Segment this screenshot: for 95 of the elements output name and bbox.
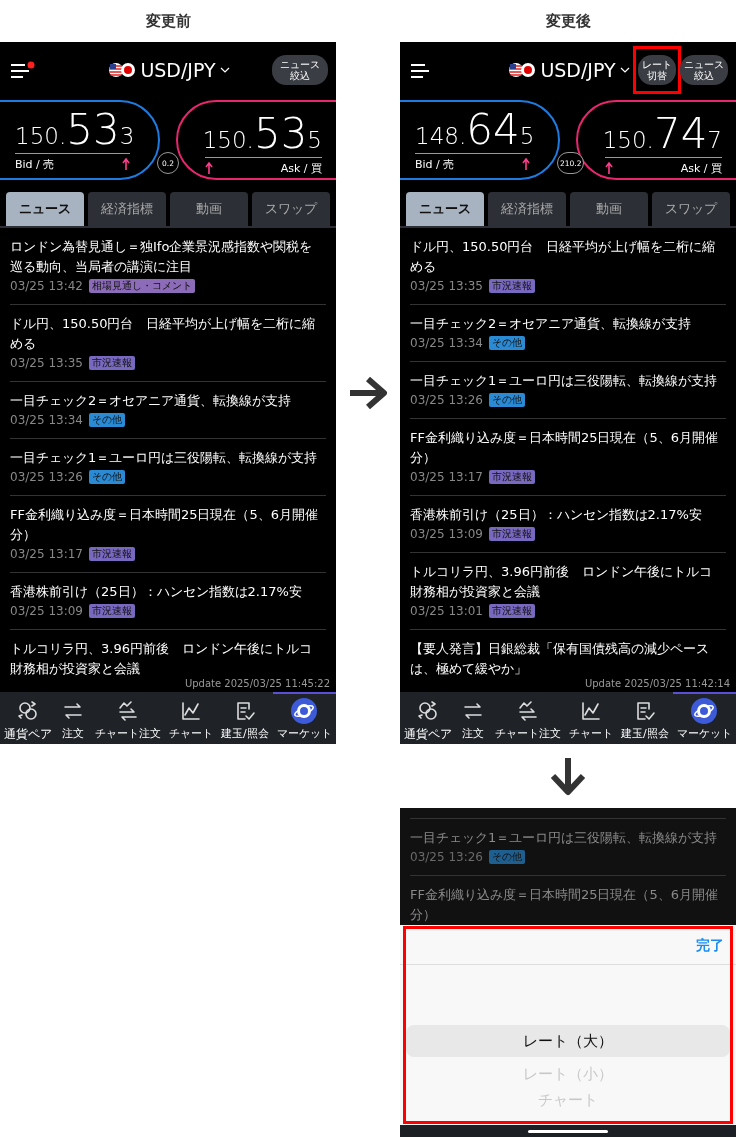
news-headline[interactable]: ドル円、150.50円台 日経平均が上げ幅を二桁に縮める: [10, 314, 326, 354]
tab[interactable]: ニュース: [406, 192, 484, 226]
news-time: 03/25 13:09: [410, 527, 483, 541]
news-headline[interactable]: 一目チェック1＝ユーロ円は三役陽転、転換線が支持: [410, 828, 726, 848]
news-time: 03/25 13:34: [410, 336, 483, 350]
news-headline[interactable]: トルコリラ円、3.96円前後 ロンドン午後にトルコ財務相が投資家と会議: [10, 639, 326, 676]
picker-option[interactable]: レート（大）: [406, 1025, 730, 1057]
nav-item[interactable]: 建玉/照会: [216, 692, 273, 744]
rate-label: Bid / 売: [15, 156, 55, 172]
rate-label: Bid / 売: [415, 156, 455, 172]
news-headline[interactable]: 【要人発言】日銀総裁「保有国債残高の減少ペースは、極めて緩やか」: [410, 639, 726, 676]
news-headline[interactable]: FF金利織り込み度＝日本時間25日現在（5、6月開催分）: [10, 505, 326, 545]
category-tag: その他: [489, 850, 525, 864]
category-tag: 相場見通し・コメント: [89, 279, 195, 293]
news-headline[interactable]: 一目チェック2＝オセアニア通貨、転換線が支持: [10, 391, 326, 411]
tab[interactable]: ニュース: [6, 192, 84, 226]
rate-value: 148.64 5: [415, 108, 535, 151]
news-headline[interactable]: 一目チェック2＝オセアニア通貨、転換線が支持: [410, 314, 726, 334]
category-tag: 市況速報: [489, 527, 535, 541]
news-headline[interactable]: ロンドン為替見通し＝独Ifo企業景況感指数や関税を巡る動向、当局者の講演に注目: [10, 237, 326, 277]
caret-icon: [219, 67, 230, 73]
tab[interactable]: スワップ: [252, 192, 330, 226]
ask-rate-panel[interactable]: 150.53 5 Ask / 買: [176, 100, 336, 180]
down-arrow-icon: [548, 756, 588, 796]
flags-icon: [508, 62, 537, 78]
line-chart-icon: [579, 699, 602, 722]
news-time: 03/25 13:26: [410, 393, 483, 407]
news-headline[interactable]: トルコリラ円、3.96円前後 ロンドン午後にトルコ財務相が投資家と会議: [410, 562, 726, 602]
rate-label: Ask / 買: [280, 160, 322, 176]
menu-icon[interactable]: [10, 61, 36, 79]
news-time: 03/25 13:17: [410, 470, 483, 484]
nav-item[interactable]: 通貨ペア: [0, 692, 57, 744]
chart-arrows-icon: [516, 699, 539, 722]
chart-arrows-icon: [116, 699, 139, 722]
news-headline[interactable]: FF金利織り込み度＝日本時間25日現在（5、6月開催分）: [410, 885, 726, 925]
tab[interactable]: 動画: [170, 192, 248, 226]
category-tag: その他: [489, 336, 525, 350]
news-headline[interactable]: 香港株前引け（25日）：ハンセン指数は2.17%安: [410, 505, 726, 525]
category-tag: その他: [89, 470, 125, 484]
tab[interactable]: 経済指標: [488, 192, 566, 226]
news-headline[interactable]: 一目チェック1＝ユーロ円は三役陽転、転換線が支持: [10, 448, 326, 468]
news-time: 03/25 13:09: [10, 604, 83, 618]
pairs-icon: [417, 699, 440, 722]
rate-label: Ask / 買: [680, 160, 722, 176]
news-time: 03/25 13:26: [410, 850, 483, 864]
tab[interactable]: スワップ: [652, 192, 730, 226]
news-time: 03/25 13:01: [410, 604, 483, 618]
header-button[interactable]: レート 切替: [638, 55, 676, 85]
nav-item[interactable]: 建玉/照会: [616, 692, 673, 744]
category-tag: 市況速報: [489, 279, 535, 293]
category-tag: 市況速報: [89, 356, 135, 370]
nav-item[interactable]: チャート注文: [490, 692, 565, 744]
nav-item[interactable]: チャート: [164, 692, 217, 744]
update-time: Update 2025/03/25 11:45:22: [184, 678, 330, 689]
nav-item[interactable]: 通貨ペア: [400, 692, 457, 744]
nav-item[interactable]: マーケット: [672, 692, 736, 744]
category-tag: 市況速報: [89, 547, 135, 561]
screen-caption: 変更後: [545, 11, 591, 31]
news-time: 03/25 13:26: [10, 470, 83, 484]
category-tag: その他: [489, 393, 525, 407]
nav-item[interactable]: チャート: [564, 692, 617, 744]
update-time: Update 2025/03/25 11:42:14: [584, 678, 730, 689]
header-button[interactable]: ニュース 絞込: [272, 55, 328, 85]
tab[interactable]: 動画: [570, 192, 648, 226]
rate-value: 150.53 3: [15, 108, 135, 151]
tab[interactable]: 経済指標: [88, 192, 166, 226]
news-headline[interactable]: 香港株前引け（25日）：ハンセン指数は2.17%安: [10, 582, 326, 602]
news-time: 03/25 13:35: [10, 356, 83, 370]
pairs-icon: [17, 699, 40, 722]
nav-item[interactable]: マーケット: [272, 692, 336, 744]
news-time: 03/25 13:17: [10, 547, 83, 561]
screen-caption: 変更前: [145, 11, 191, 31]
header-button[interactable]: ニュース 絞込: [680, 55, 728, 85]
bid-rate-panel[interactable]: 150.53 3 Bid / 売: [0, 100, 160, 180]
currency-pair-selector[interactable]: USD/JPY: [508, 59, 630, 81]
news-time: 03/25 13:34: [10, 413, 83, 427]
flags-icon: [108, 62, 137, 78]
bid-rate-panel[interactable]: 148.64 5 Bid / 売: [400, 100, 560, 180]
line-chart-icon: [179, 699, 202, 722]
category-tag: 市況速報: [489, 604, 535, 618]
news-headline[interactable]: 一目チェック1＝ユーロ円は三役陽転、転換線が支持: [410, 371, 726, 391]
category-tag: 市況速報: [489, 470, 535, 484]
nav-item[interactable]: 注文: [456, 692, 491, 744]
rate-value: 150.74 7: [602, 112, 722, 155]
category-tag: その他: [89, 413, 125, 427]
rate-value: 150.53 5: [202, 112, 322, 155]
nav-item[interactable]: チャート注文: [90, 692, 165, 744]
caret-icon: [619, 67, 630, 73]
news-time: 03/25 13:35: [410, 279, 483, 293]
news-headline[interactable]: FF金利織り込み度＝日本時間25日現在（5、6月開催分）: [410, 428, 726, 468]
currency-pair-selector[interactable]: USD/JPY: [108, 59, 230, 81]
nav-item[interactable]: 注文: [56, 692, 91, 744]
news-headline[interactable]: ドル円、150.50円台 日経平均が上げ幅を二桁に縮める: [410, 237, 726, 277]
category-tag: 市況速報: [89, 604, 135, 618]
news-time: 03/25 13:42: [10, 279, 83, 293]
